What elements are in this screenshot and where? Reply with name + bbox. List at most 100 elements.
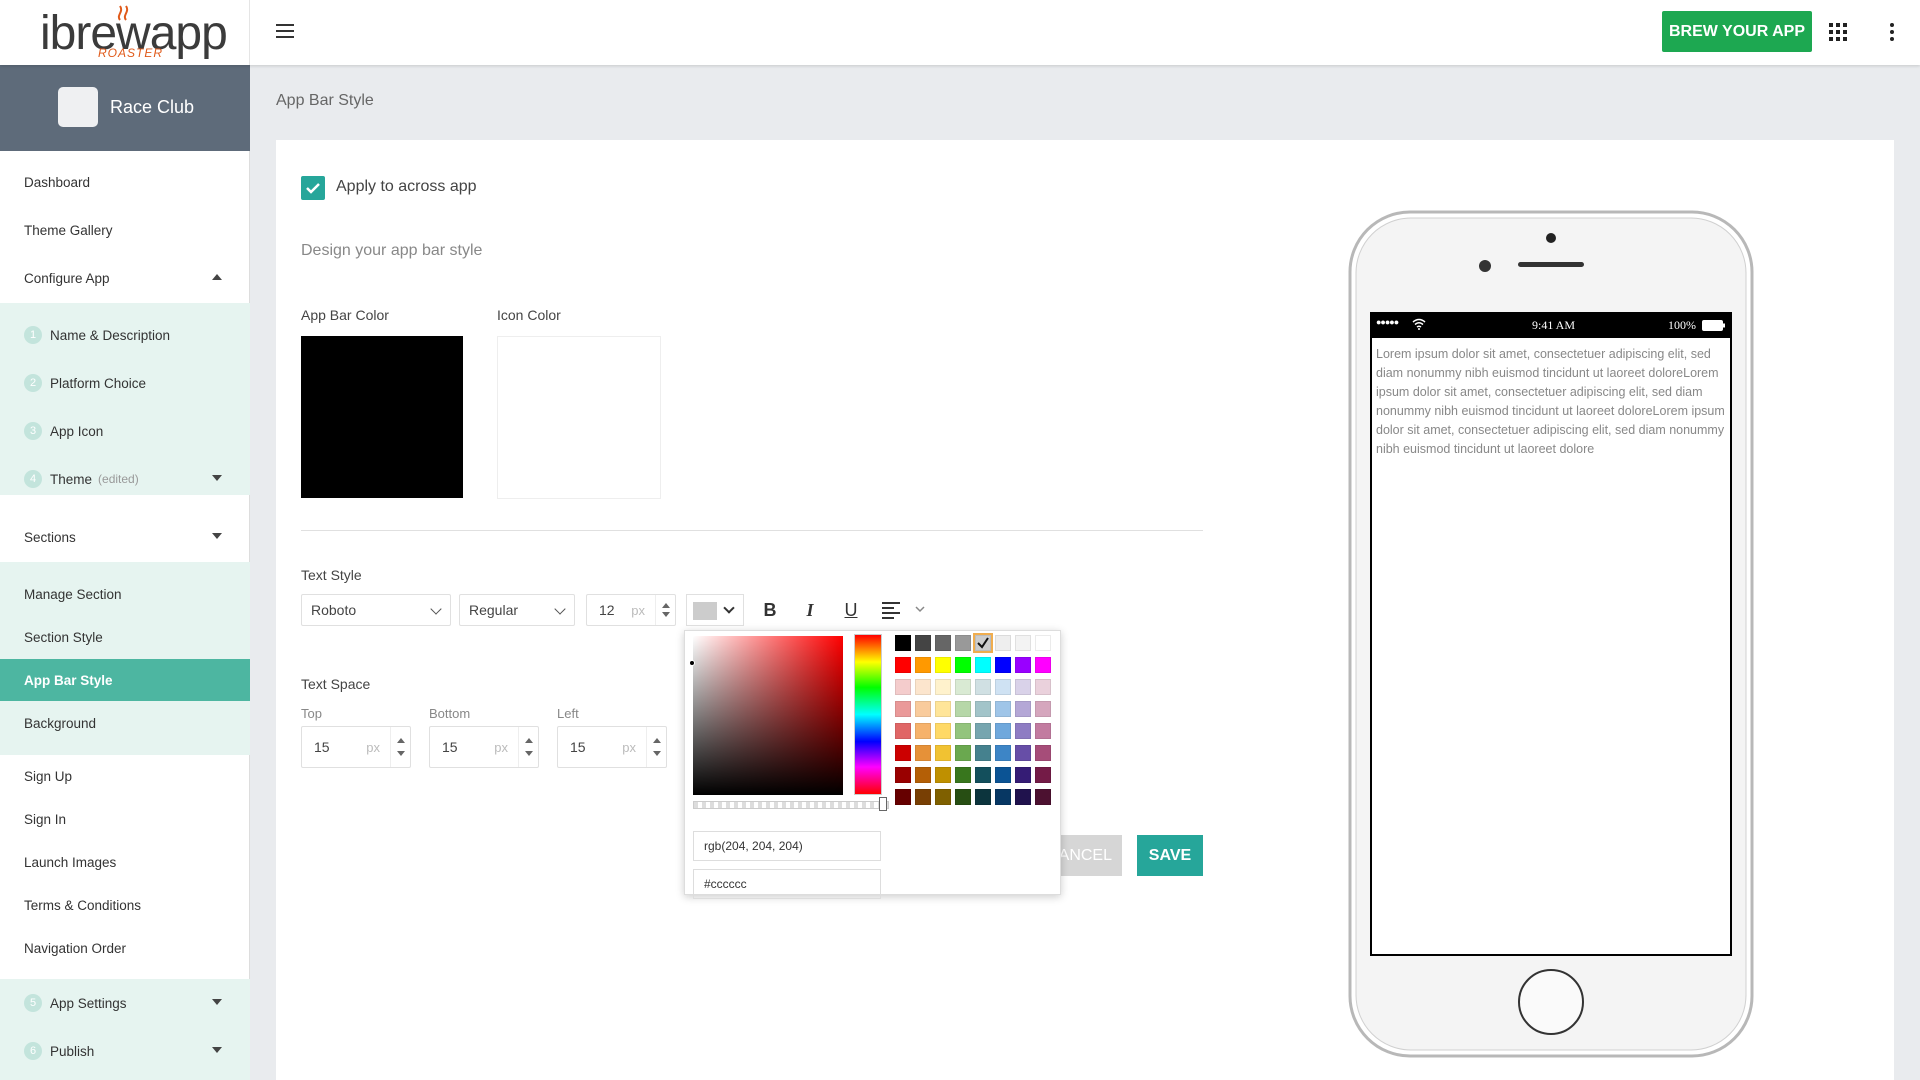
font-family-select[interactable]: Roboto [301,594,451,626]
palette-swatch[interactable] [955,657,971,673]
palette-swatch[interactable] [955,701,971,717]
sidebar-item-sections[interactable]: Sections [0,516,250,558]
palette-swatch[interactable] [1015,723,1031,739]
palette-swatch[interactable] [935,789,951,805]
sidebar-item-app-bar-style[interactable]: App Bar Style [0,659,250,701]
palette-swatch[interactable] [935,701,951,717]
rgb-input[interactable]: rgb(204, 204, 204) [693,831,881,861]
palette-swatch[interactable] [915,657,931,673]
alpha-handle[interactable] [879,797,887,811]
palette-swatch[interactable] [1035,701,1051,717]
sidebar-step-name-description[interactable]: 1 Name & Description [0,314,250,356]
palette-swatch[interactable] [895,745,911,761]
palette-swatch[interactable] [995,767,1011,783]
brew-your-app-button[interactable]: BREW YOUR APP [1662,11,1812,52]
palette-swatch[interactable] [915,745,931,761]
palette-swatch[interactable] [895,701,911,717]
palette-swatch[interactable] [935,657,951,673]
palette-swatch[interactable] [975,657,991,673]
palette-swatch[interactable] [1035,767,1051,783]
palette-swatch[interactable] [955,635,971,651]
club-header[interactable]: Race Club [0,65,250,151]
palette-swatch[interactable] [1015,789,1031,805]
save-button[interactable]: SAVE [1137,835,1203,876]
sidebar-item-sign-in[interactable]: Sign In [0,798,250,840]
palette-swatch[interactable] [1015,701,1031,717]
sidebar-item-section-style[interactable]: Section Style [0,616,250,658]
palette-swatch[interactable] [1035,635,1051,651]
sidebar-step-theme[interactable]: 4 Theme (edited) [0,458,250,500]
align-left-icon[interactable] [881,600,903,620]
bottom-spacing-stepper[interactable]: 15 px [429,726,539,768]
align-dropdown-icon[interactable] [914,605,926,613]
palette-swatch[interactable] [955,723,971,739]
text-color-select[interactable] [686,594,744,626]
palette-swatch[interactable] [975,767,991,783]
palette-swatch[interactable] [1015,767,1031,783]
palette-swatch[interactable] [1035,745,1051,761]
palette-swatch[interactable] [935,767,951,783]
stepper-arrows[interactable] [646,727,666,767]
palette-swatch[interactable] [973,633,993,653]
palette-swatch[interactable] [935,723,951,739]
palette-swatch[interactable] [895,789,911,805]
sidebar-item-configure-app[interactable]: Configure App [0,257,250,299]
palette-swatch[interactable] [995,701,1011,717]
palette-swatch[interactable] [995,679,1011,695]
palette-swatch[interactable] [955,789,971,805]
saturation-area[interactable] [693,636,843,795]
sidebar-item-theme-gallery[interactable]: Theme Gallery [0,209,250,251]
palette-swatch[interactable] [915,723,931,739]
palette-swatch[interactable] [975,789,991,805]
palette-swatch[interactable] [935,635,951,651]
sidebar-item-background[interactable]: Background [0,702,250,744]
palette-swatch[interactable] [915,701,931,717]
palette-swatch[interactable] [995,657,1011,673]
palette-swatch[interactable] [1035,679,1051,695]
palette-swatch[interactable] [1035,789,1051,805]
palette-swatch[interactable] [995,789,1011,805]
hamburger-menu-icon[interactable] [274,20,298,42]
sidebar-step-app-icon[interactable]: 3 App Icon [0,410,250,452]
palette-swatch[interactable] [895,723,911,739]
palette-swatch[interactable] [915,635,931,651]
stepper-arrows[interactable] [655,595,675,625]
saturation-handle[interactable] [689,660,695,666]
left-spacing-stepper[interactable]: 15 px [557,726,667,768]
sidebar-item-navigation-order[interactable]: Navigation Order [0,927,250,969]
more-vertical-icon[interactable] [1886,20,1898,44]
palette-swatch[interactable] [955,745,971,761]
sidebar-item-manage-section[interactable]: Manage Section [0,573,250,615]
app-bar-color-swatch[interactable] [301,336,463,498]
palette-swatch[interactable] [915,767,931,783]
palette-swatch[interactable] [975,723,991,739]
palette-swatch[interactable] [995,723,1011,739]
palette-swatch[interactable] [895,657,911,673]
sidebar-step-publish[interactable]: 6 Publish [0,1030,250,1072]
palette-swatch[interactable] [895,635,911,651]
underline-button[interactable]: U [839,598,863,622]
palette-swatch[interactable] [915,679,931,695]
palette-swatch[interactable] [1015,745,1031,761]
font-weight-select[interactable]: Regular [459,594,575,626]
stepper-arrows[interactable] [390,727,410,767]
palette-swatch[interactable] [1015,679,1031,695]
palette-swatch[interactable] [1015,657,1031,673]
sidebar-step-app-settings[interactable]: 5 App Settings [0,982,250,1024]
palette-swatch[interactable] [975,745,991,761]
sidebar-item-sign-up[interactable]: Sign Up [0,755,250,797]
apply-across-app-checkbox[interactable] [301,176,325,200]
palette-swatch[interactable] [975,679,991,695]
palette-swatch[interactable] [895,767,911,783]
logo[interactable]: ibrewapp ROASTER [0,0,250,65]
icon-color-swatch[interactable] [497,336,661,499]
palette-swatch[interactable] [1035,723,1051,739]
sidebar-item-terms-conditions[interactable]: Terms & Conditions [0,884,250,926]
palette-swatch[interactable] [955,767,971,783]
palette-swatch[interactable] [995,635,1011,651]
palette-swatch[interactable] [935,679,951,695]
bold-button[interactable]: B [758,598,782,622]
palette-swatch[interactable] [955,679,971,695]
apps-grid-icon[interactable] [1828,22,1848,42]
palette-swatch[interactable] [975,701,991,717]
